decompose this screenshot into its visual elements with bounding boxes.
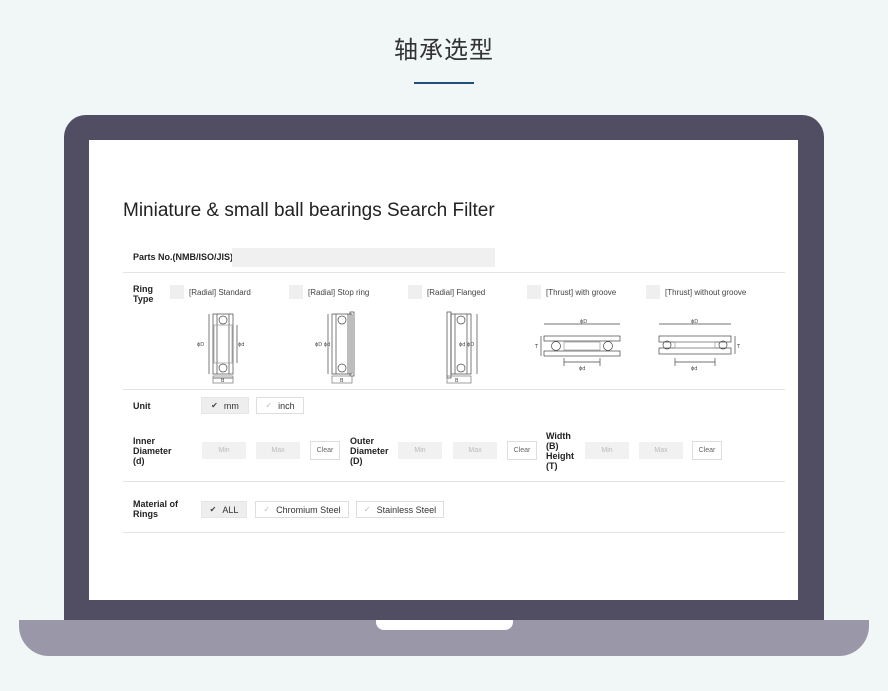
thrust-with-groove-bearing-diagram: ϕD T ϕd [534,319,621,372]
ring-type-label-radial-standard: [Radial] Standard [189,288,251,297]
outer-diameter-label: Outer Diameter (D) [350,436,389,466]
laptop-notch [376,620,513,630]
thrust-without-groove-bearing-diagram: ϕD T ϕd [658,319,741,372]
ring-type-checkbox-thrust-without-groove[interactable] [646,285,660,299]
ring-type-label-thrust-with-groove: [Thrust] with groove [546,288,617,297]
laptop-screen: Miniature & small ball bearings Search F… [89,140,798,600]
ring-type-checkbox-radial-flanged[interactable] [408,285,422,299]
radial-flanged-bearing-diagram: ϕd ϕD B [446,311,478,384]
ring-type-checkbox-radial-standard[interactable] [170,285,184,299]
radial-standard-bearing-diagram: ϕD ϕd B [197,313,244,384]
material-chromium-steel-label: Chromium Steel [276,504,341,515]
width-height-max-input[interactable]: Max [639,442,683,459]
radial-stop-ring-bearing-diagram: ϕD ϕd B [315,311,355,384]
diagram-label-phi-D: ϕD [580,319,587,325]
unit-inch-button[interactable]: ✓ inch [256,397,304,414]
inner-diameter-clear-button[interactable]: Clear [310,441,340,460]
width-height-clear-button[interactable]: Clear [692,441,722,460]
diagram-label-B: B [340,378,344,384]
inner-diameter-label: Inner Diameter (d) [133,436,172,466]
material-stainless-steel-label: Stainless Steel [376,504,437,515]
check-icon: ✔ [209,505,217,514]
check-icon: ✔ [211,401,218,410]
check-icon: ✓ [363,505,371,514]
width-height-min-input[interactable]: Min [585,442,629,459]
page-heading: 轴承选型 [394,36,494,64]
diagram-label-T: T [736,344,741,350]
material-label: Material of Rings [133,499,179,519]
divider [123,532,785,533]
material-stainless-steel-button[interactable]: ✓ Stainless Steel [356,501,444,518]
material-all-button[interactable]: ✔ ALL [201,501,247,518]
outer-diameter-max-input[interactable]: Max [453,442,497,459]
outer-diameter-min-input[interactable]: Min [398,442,442,459]
filter-title: Miniature & small ball bearings Search F… [123,200,495,221]
divider [123,389,785,390]
material-chromium-steel-button[interactable]: ✓ Chromium Steel [255,501,349,518]
material-all-label: ALL [222,504,239,515]
divider [123,272,785,273]
ring-type-label-radial-stop-ring: [Radial] Stop ring [308,288,370,297]
ring-type-label-thrust-without-groove: [Thrust] without groove [665,288,747,297]
check-icon: ✓ [263,505,271,514]
diagram-label-phi-d: ϕd [691,366,697,372]
inner-diameter-min-input[interactable]: Min [202,442,246,459]
outer-diameter-clear-button[interactable]: Clear [507,441,537,460]
diagram-label-phi-D: ϕD [197,342,204,348]
diagram-label-phi-D-d: ϕD ϕd [315,342,330,348]
inner-diameter-max-input[interactable]: Max [256,442,300,459]
unit-mm-button[interactable]: ✔ mm [201,397,249,414]
check-icon: ✓ [265,401,273,410]
diagram-label-T: T [534,344,539,350]
diagram-label-phi-d: ϕd [579,366,585,372]
unit-label: Unit [133,401,151,411]
diagram-label-phi-D: ϕD [691,319,698,325]
heading-underline [414,82,474,84]
diagram-label-B: B [455,378,459,384]
parts-number-label: Parts No.(NMB/ISO/JIS) [133,252,234,262]
unit-inch-label: inch [278,400,295,411]
ring-type-label: Ring Type [133,284,154,304]
width-height-label: Width (B) Height (T) [546,431,574,471]
diagram-label-phi-d: ϕd [238,342,244,348]
ring-type-checkbox-thrust-with-groove[interactable] [527,285,541,299]
unit-mm-label: mm [223,400,239,411]
ring-type-label-radial-flanged: [Radial] Flanged [427,288,486,297]
diagram-label-B: B [221,378,225,384]
ring-type-checkbox-radial-stop-ring[interactable] [289,285,303,299]
parts-number-input[interactable] [232,248,495,267]
divider [123,481,785,482]
diagram-label-phi-d-D: ϕd ϕD [459,342,474,348]
